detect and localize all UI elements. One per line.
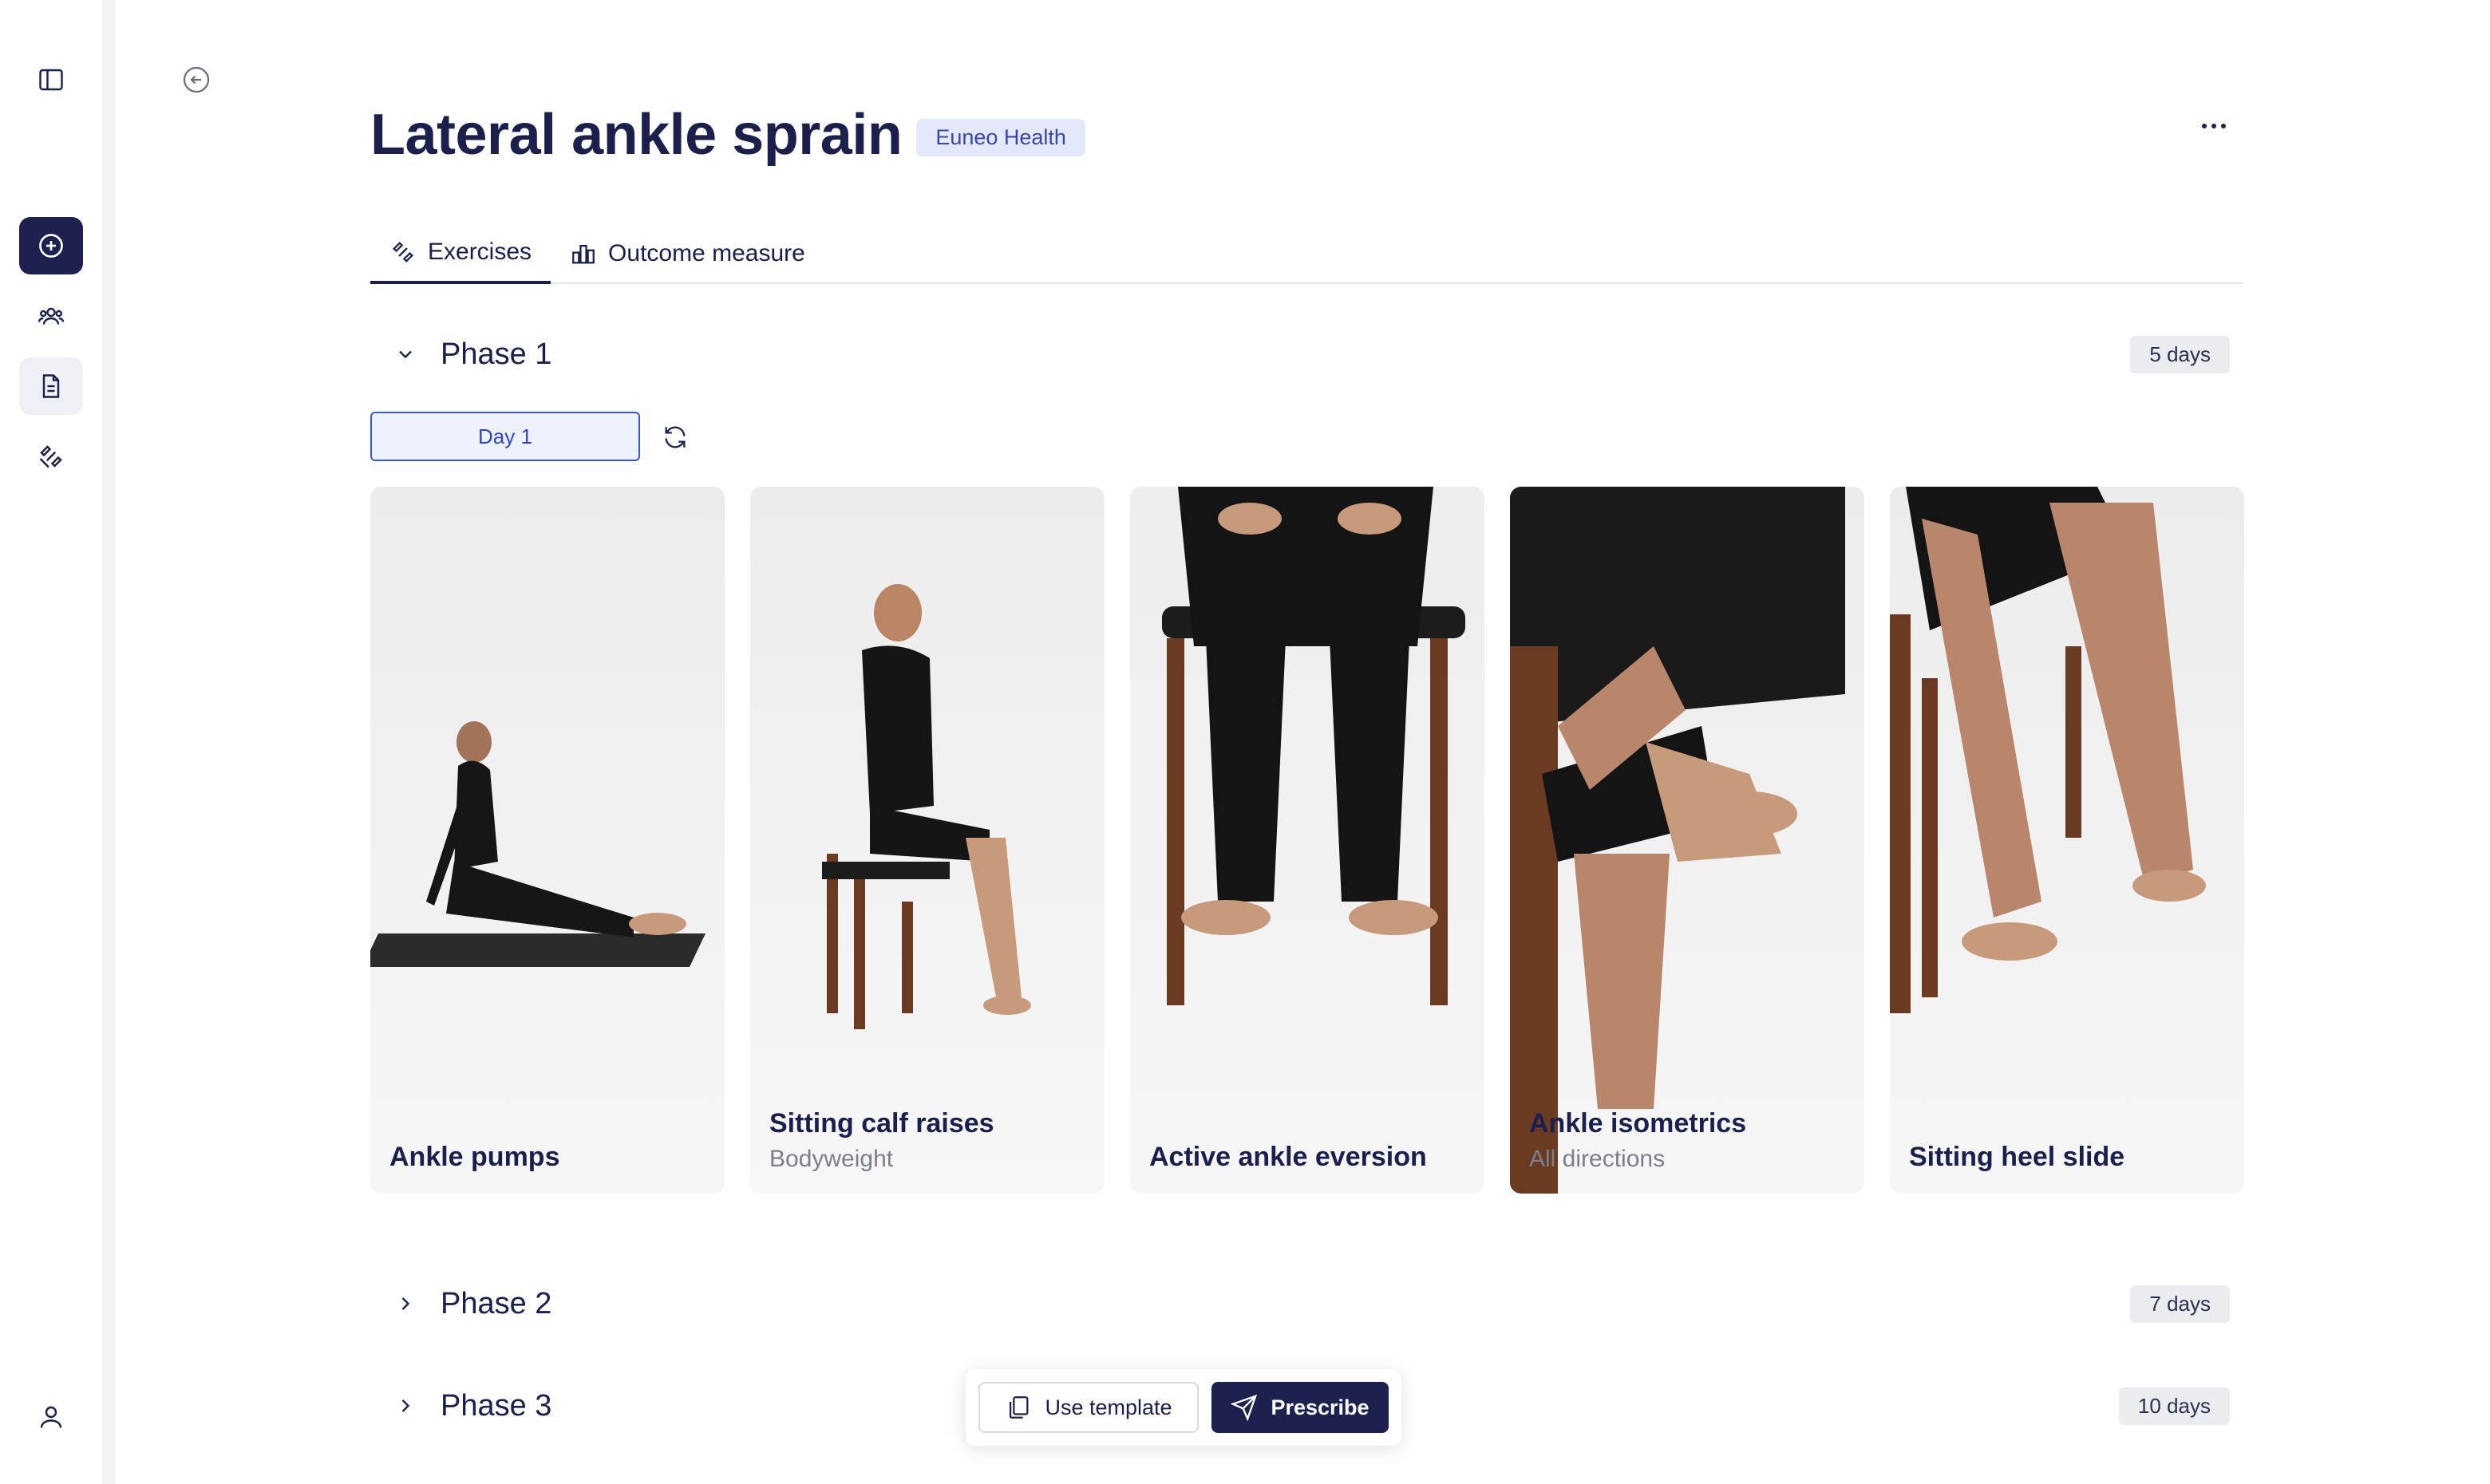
- exercise-title: Active ankle eversion: [1149, 1142, 1427, 1172]
- phase-days-badge: 5 days: [2130, 335, 2230, 373]
- exercise-card[interactable]: Ankle pumps: [370, 487, 725, 1194]
- exercise-title: Sitting calf raises: [769, 1108, 994, 1139]
- chevron-right-icon: [386, 1285, 425, 1323]
- dumbbell-icon: [39, 445, 62, 468]
- card-text: Ankle pumps: [389, 1142, 712, 1173]
- sidebar-item-profile[interactable]: [19, 1388, 83, 1446]
- arrow-left-circle-icon: [183, 66, 210, 93]
- tab-label: Exercises: [428, 239, 532, 265]
- phase-title: Phase 3: [441, 1388, 552, 1423]
- chevron-right-icon: [386, 1387, 425, 1425]
- sidebar-item-new-prescription[interactable]: [19, 217, 83, 274]
- exercise-title: Ankle isometrics: [1529, 1108, 1747, 1139]
- tab-bar: Exercises Outcome measure: [370, 223, 2243, 284]
- exercise-cards: Ankle pumps Sitting calf raises Bodyweig…: [370, 487, 2244, 1194]
- exercise-image: [1130, 487, 1484, 1194]
- user-icon: [40, 1406, 62, 1428]
- exercise-card[interactable]: Ankle isometrics All directions: [1510, 487, 1864, 1194]
- day-selector[interactable]: Day 1: [370, 412, 640, 461]
- refresh-button[interactable]: [658, 420, 693, 455]
- sidebar-panel-icon: [39, 69, 63, 91]
- sidebar: [0, 0, 102, 1484]
- back-button[interactable]: [180, 64, 212, 96]
- exercise-image: [1890, 487, 2244, 1194]
- exercise-title: Ankle pumps: [389, 1142, 560, 1172]
- action-bar: Use template Prescribe: [966, 1369, 1401, 1446]
- phase-days-badge: 7 days: [2130, 1285, 2230, 1323]
- card-text: Sitting heel slide: [1909, 1142, 2231, 1173]
- phase-title: Phase 2: [441, 1286, 552, 1320]
- card-text: Active ankle eversion: [1149, 1142, 1472, 1173]
- phase-title: Phase 1: [441, 337, 552, 371]
- document-icon: [42, 374, 60, 398]
- sidebar-item-patients[interactable]: [19, 287, 83, 345]
- exercise-card[interactable]: Sitting calf raises Bodyweight: [750, 487, 1105, 1194]
- users-icon: [38, 307, 65, 325]
- dot: [2202, 124, 2207, 128]
- sidebar-item-templates[interactable]: [19, 357, 83, 415]
- bar-chart-icon: [572, 244, 595, 264]
- prescribe-label: Prescribe: [1271, 1395, 1370, 1419]
- exercise-card[interactable]: Active ankle eversion: [1130, 487, 1484, 1194]
- sidebar-item-exercises[interactable]: [19, 428, 83, 485]
- phase-header-1[interactable]: Phase 1 5 days: [370, 330, 2243, 378]
- plus-circle-icon: [39, 234, 63, 258]
- page-title: Lateral ankle sprain: [370, 103, 903, 167]
- exercise-image: [750, 487, 1105, 1194]
- dumbbell-icon: [393, 242, 413, 262]
- card-text: Ankle isometrics All directions: [1529, 1108, 1852, 1173]
- exercise-title: Sitting heel slide: [1909, 1142, 2125, 1172]
- refresh-icon: [665, 426, 686, 448]
- exercise-subtitle: Bodyweight: [769, 1146, 894, 1172]
- tab-label: Outcome measure: [608, 240, 805, 266]
- phase-header-2[interactable]: Phase 2 7 days: [370, 1280, 2243, 1328]
- use-template-button[interactable]: Use template: [978, 1382, 1199, 1433]
- org-badge: Euneo Health: [916, 118, 1085, 156]
- main-panel: Lateral ankle sprain Euneo Health Exerci…: [115, 0, 2490, 1484]
- dot: [2221, 124, 2226, 128]
- tab-outcome-measure[interactable]: Outcome measure: [551, 223, 824, 284]
- more-options-button[interactable]: [2190, 110, 2238, 142]
- exercise-card[interactable]: Sitting heel slide: [1890, 487, 2244, 1194]
- chevron-down-icon: [386, 335, 425, 373]
- copy-document-icon: [1010, 1396, 1029, 1419]
- title-row: Lateral ankle sprain Euneo Health: [370, 102, 1085, 168]
- exercise-image: [370, 487, 725, 1194]
- card-text: Sitting calf raises Bodyweight: [769, 1108, 1092, 1173]
- prescribe-button[interactable]: Prescribe: [1211, 1382, 1389, 1433]
- dot: [2211, 124, 2216, 128]
- tab-exercises[interactable]: Exercises: [370, 223, 551, 284]
- exercise-image: [1510, 487, 1864, 1194]
- sidebar-toggle-button[interactable]: [19, 51, 83, 109]
- send-icon: [1231, 1394, 1258, 1421]
- exercise-subtitle: All directions: [1529, 1146, 1666, 1172]
- use-template-label: Use template: [1045, 1395, 1172, 1419]
- phase-days-badge: 10 days: [2118, 1387, 2230, 1425]
